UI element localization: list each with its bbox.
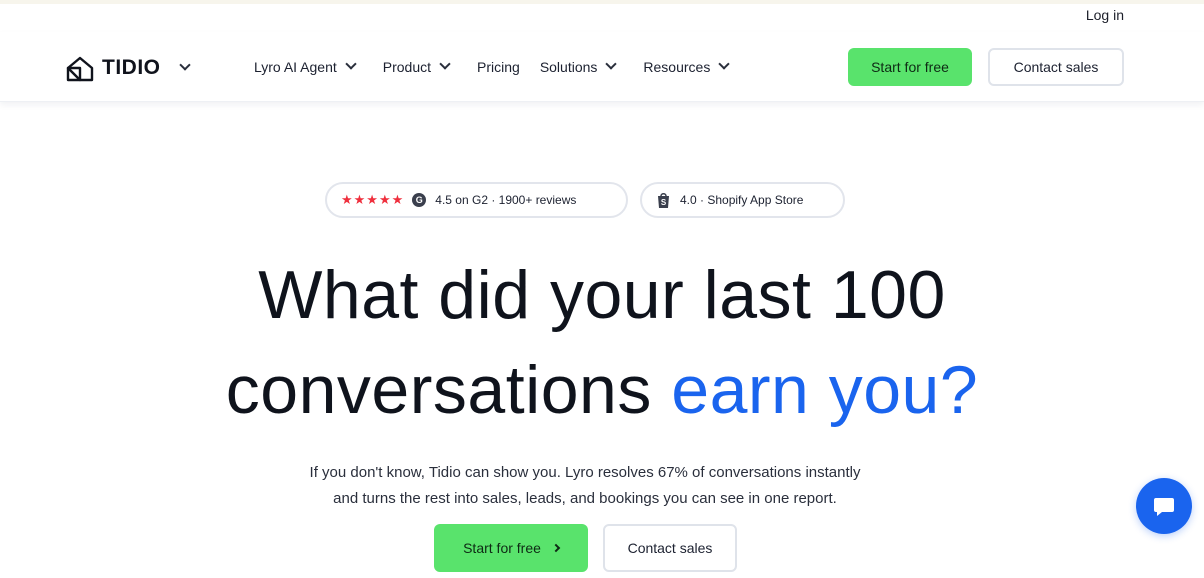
g2-rating-text: 4.5 on G2 · 1900+ reviews: [435, 193, 577, 207]
chevron-down-icon: [718, 58, 730, 70]
chevron-down-icon[interactable]: [178, 59, 191, 71]
subtitle-line-2: and turns the rest into sales, leads, an…: [333, 490, 837, 507]
nav-item-resources[interactable]: Resources: [643, 58, 730, 75]
nav-item-pricing[interactable]: Pricing: [477, 59, 520, 75]
nav-contact-sales-button[interactable]: Contact sales: [988, 48, 1124, 86]
nav-item-label: Lyro AI Agent: [254, 59, 337, 75]
login-link[interactable]: Log in: [1086, 7, 1124, 23]
nav-item-label: Pricing: [477, 59, 520, 75]
navbar: TIDIO Lyro AI Agent Product Pricing Solu…: [0, 32, 1204, 102]
hero-contact-sales-button[interactable]: Contact sales: [603, 524, 737, 572]
shopify-rating-badge[interactable]: S 4.0 · Shopify App Store: [640, 182, 845, 218]
chevron-down-icon: [439, 58, 451, 70]
tidio-logo-icon: [66, 56, 94, 82]
nav-item-label: Solutions: [539, 59, 598, 75]
hero-start-free-button[interactable]: Start for free: [434, 524, 588, 572]
nav-item-product[interactable]: Product: [382, 58, 451, 75]
logo-text: TIDIO: [102, 56, 161, 79]
shopify-rating-text: 4.0 · Shopify App Store: [680, 193, 804, 207]
shopify-icon: S: [658, 192, 669, 208]
nav-start-free-button[interactable]: Start for free: [848, 48, 972, 86]
nav-item-label: Product: [382, 59, 432, 75]
chat-bubble-icon: [1154, 498, 1174, 516]
g2-icon: G: [412, 193, 427, 207]
headline-line-2: conversations: [225, 352, 672, 428]
chevron-down-icon: [605, 58, 618, 70]
main-nav: Lyro AI Agent Product Pricing Solutions …: [254, 32, 756, 102]
nav-item-lyro[interactable]: Lyro AI Agent: [254, 58, 357, 75]
svg-text:S: S: [661, 198, 667, 207]
chevron-right-icon: [551, 543, 561, 553]
g2-rating-badge[interactable]: ★★★★★ G 4.5 on G2 · 1900+ reviews: [325, 182, 628, 218]
hero-start-label: Start for free: [463, 540, 541, 556]
star-icon: ★★★★★: [341, 192, 405, 207]
hero-subtitle: If you don't know, Tidio can show you. L…: [0, 460, 1170, 512]
hero-headline: What did your last 100 conversations ear…: [0, 248, 1204, 438]
subtitle-line-1: If you don't know, Tidio can show you. L…: [309, 464, 861, 481]
top-strip: [0, 0, 1204, 4]
chevron-down-icon: [345, 58, 357, 70]
headline-accent: earn you?: [671, 352, 979, 428]
headline-line-1: What did your last 100: [258, 257, 946, 333]
logo[interactable]: TIDIO: [64, 52, 191, 84]
chat-widget-button[interactable]: [1136, 478, 1192, 534]
nav-item-solutions[interactable]: Solutions: [539, 58, 618, 75]
nav-item-label: Resources: [643, 59, 711, 75]
